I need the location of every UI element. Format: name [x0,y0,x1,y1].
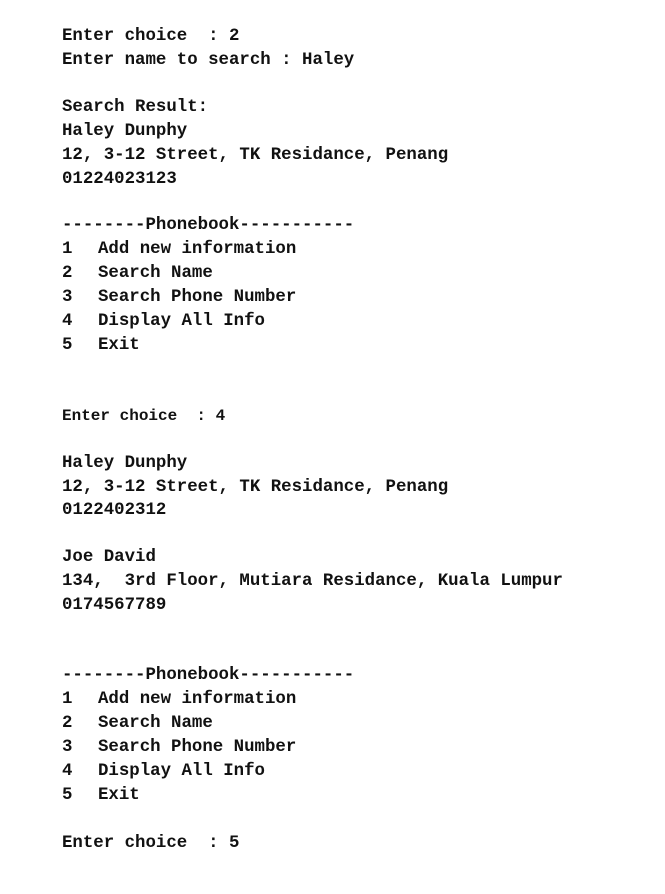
record-phone: 0122402312 [62,501,167,520]
menu-title: --------Phonebook----------- [62,666,355,685]
menu-item-display-all: 4 Display All Info [62,312,265,332]
search-name-prompt: Enter name to search : Haley [62,51,355,70]
record-name: Haley Dunphy [62,454,188,473]
menu-item-label: Display All Info [98,762,265,781]
menu-item-number: 4 [62,762,73,781]
search-result-heading: Search Result: [62,98,209,117]
menu-item-number: 3 [62,288,73,307]
menu-title: --------Phonebook----------- [62,216,355,235]
menu-item-number: 2 [62,264,73,283]
menu-item-label: Exit [98,336,140,355]
menu-item-number: 5 [62,786,73,805]
menu-item-label: Search Phone Number [98,288,297,307]
menu-item-number: 1 [62,240,73,259]
menu-item-number: 1 [62,690,73,709]
result-name: Haley Dunphy [62,122,188,141]
menu-item-label: Search Phone Number [98,738,297,757]
record-address: 134, 3rd Floor, Mutiara Residance, Kuala… [62,572,563,591]
menu-item-search-name: 2 Search Name [62,264,213,284]
menu-item-exit: 5 Exit [62,336,140,356]
record-name: Joe David [62,548,156,567]
menu-item-label: Add new information [98,240,297,259]
menu-item-number: 3 [62,738,73,757]
menu-item-add: 1 Add new information [62,240,296,260]
menu-item-label: Exit [98,786,140,805]
menu-item-display-all: 4 Display All Info [62,762,265,782]
record-phone: 0174567789 [62,596,167,615]
menu-item-search-phone: 3 Search Phone Number [62,288,296,308]
record-address: 12, 3-12 Street, TK Residance, Penang [62,478,449,497]
menu-item-label: Search Name [98,714,213,733]
menu-item-number: 4 [62,312,73,331]
choice-prompt: Enter choice : 4 [62,407,226,425]
menu-item-number: 5 [62,336,73,355]
result-address: 12, 3-12 Street, TK Residance, Penang [62,146,449,165]
menu-item-label: Display All Info [98,312,265,331]
menu-item-exit: 5 Exit [62,786,140,806]
menu-item-add: 1 Add new information [62,690,296,710]
result-phone: 01224023123 [62,170,177,189]
menu-item-search-name: 2 Search Name [62,714,213,734]
menu-item-label: Add new information [98,690,297,709]
choice-prompt: Enter choice : 2 [62,27,240,46]
menu-item-label: Search Name [98,264,213,283]
menu-item-search-phone: 3 Search Phone Number [62,738,296,758]
menu-item-number: 2 [62,714,73,733]
console-output: Enter choice : 2 Enter name to search : … [0,0,665,894]
choice-prompt: Enter choice : 5 [62,834,240,853]
